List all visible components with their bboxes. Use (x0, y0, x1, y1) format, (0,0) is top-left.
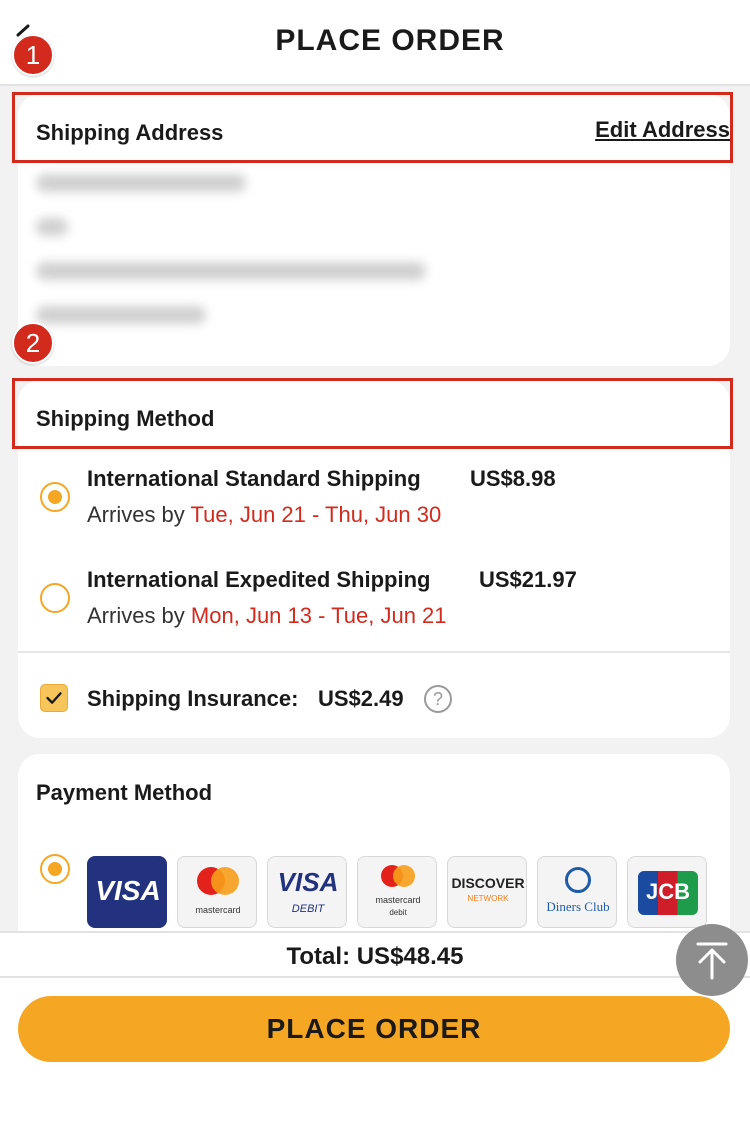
page-title: PLACE ORDER (275, 24, 505, 57)
expedited-shipping-price: US$21.97 (479, 567, 577, 592)
step-badge-2: 2 (12, 322, 54, 364)
address-line-email (36, 306, 206, 324)
edit-address-link[interactable]: Edit Address (595, 117, 730, 143)
visa-logo-text: VISA (95, 875, 161, 906)
mastercard-debit-logo[interactable]: mastercard debit (357, 856, 437, 928)
arrives-prefix: Arrives by (87, 603, 191, 628)
standard-shipping-name: International Standard Shipping (87, 466, 421, 491)
expedited-shipping-dates: Mon, Jun 13 - Tue, Jun 21 (190, 603, 447, 628)
standard-shipping-arrives: Arrives by Tue, Jun 21 - Thu, Jun 30 (87, 502, 441, 528)
total-bar: Total: US$48.45 (0, 931, 750, 978)
question-icon[interactable]: ? (424, 685, 452, 713)
payment-method-title: Payment Method (36, 780, 213, 805)
arrives-prefix: Arrives by (87, 502, 191, 527)
mastercard-debit-orange-circle (393, 865, 415, 887)
scroll-top-button[interactable] (676, 924, 748, 996)
discover-logo-text: DISCOVER (451, 875, 525, 891)
insurance-label: Shipping Insurance: (87, 686, 299, 711)
radio-card-payment[interactable] (40, 854, 70, 884)
discover-sub: NETWORK (467, 894, 509, 903)
diners-club-logo[interactable]: Diners Club (537, 856, 617, 928)
mastercard-debit-sub: debit (389, 908, 407, 917)
mastercard-logo-text: mastercard (195, 905, 241, 915)
radio-expedited-shipping[interactable] (40, 583, 70, 613)
insurance-divider (18, 651, 730, 653)
address-line-name (36, 174, 246, 192)
expedited-shipping-arrives: Arrives by Mon, Jun 13 - Tue, Jun 21 (87, 603, 447, 629)
diners-club-circle (565, 867, 591, 893)
check-icon (46, 692, 62, 704)
mastercard-logo[interactable]: mastercard (177, 856, 257, 928)
step-badge-1: 1 (12, 34, 54, 76)
highlight-shipping-method (12, 378, 733, 449)
arrow-up-icon (696, 942, 728, 980)
place-order-button[interactable]: PLACE ORDER (18, 996, 730, 1062)
standard-shipping-price: US$8.98 (470, 466, 556, 491)
visa-logo[interactable]: VISA (87, 856, 167, 928)
standard-shipping-dates: Tue, Jun 21 - Thu, Jun 30 (190, 502, 442, 527)
mastercard-debit-logo-text: mastercard (375, 895, 421, 905)
visa-debit-logo[interactable]: VISA DEBIT (267, 856, 347, 928)
discover-logo[interactable]: DISCOVER NETWORK (447, 856, 527, 928)
jcb-logo[interactable]: JCB (627, 856, 707, 928)
address-line-street (36, 218, 68, 236)
visa-debit-logo-text: VISA (277, 867, 339, 897)
address-line-city (36, 262, 426, 280)
visa-debit-sub: DEBIT (291, 903, 325, 915)
header: PLACE ORDER (0, 0, 750, 86)
diners-club-logo-text: Diners Club (546, 899, 610, 914)
mastercard-orange-circle (211, 867, 239, 895)
radio-standard-shipping[interactable] (40, 482, 70, 512)
jcb-logo-text: JCB (645, 879, 690, 904)
order-total: Total: US$48.45 (286, 943, 464, 970)
insurance-checkbox[interactable] (40, 684, 68, 712)
expedited-shipping-name: International Expedited Shipping (87, 567, 431, 592)
insurance-price: US$2.49 (318, 686, 404, 711)
